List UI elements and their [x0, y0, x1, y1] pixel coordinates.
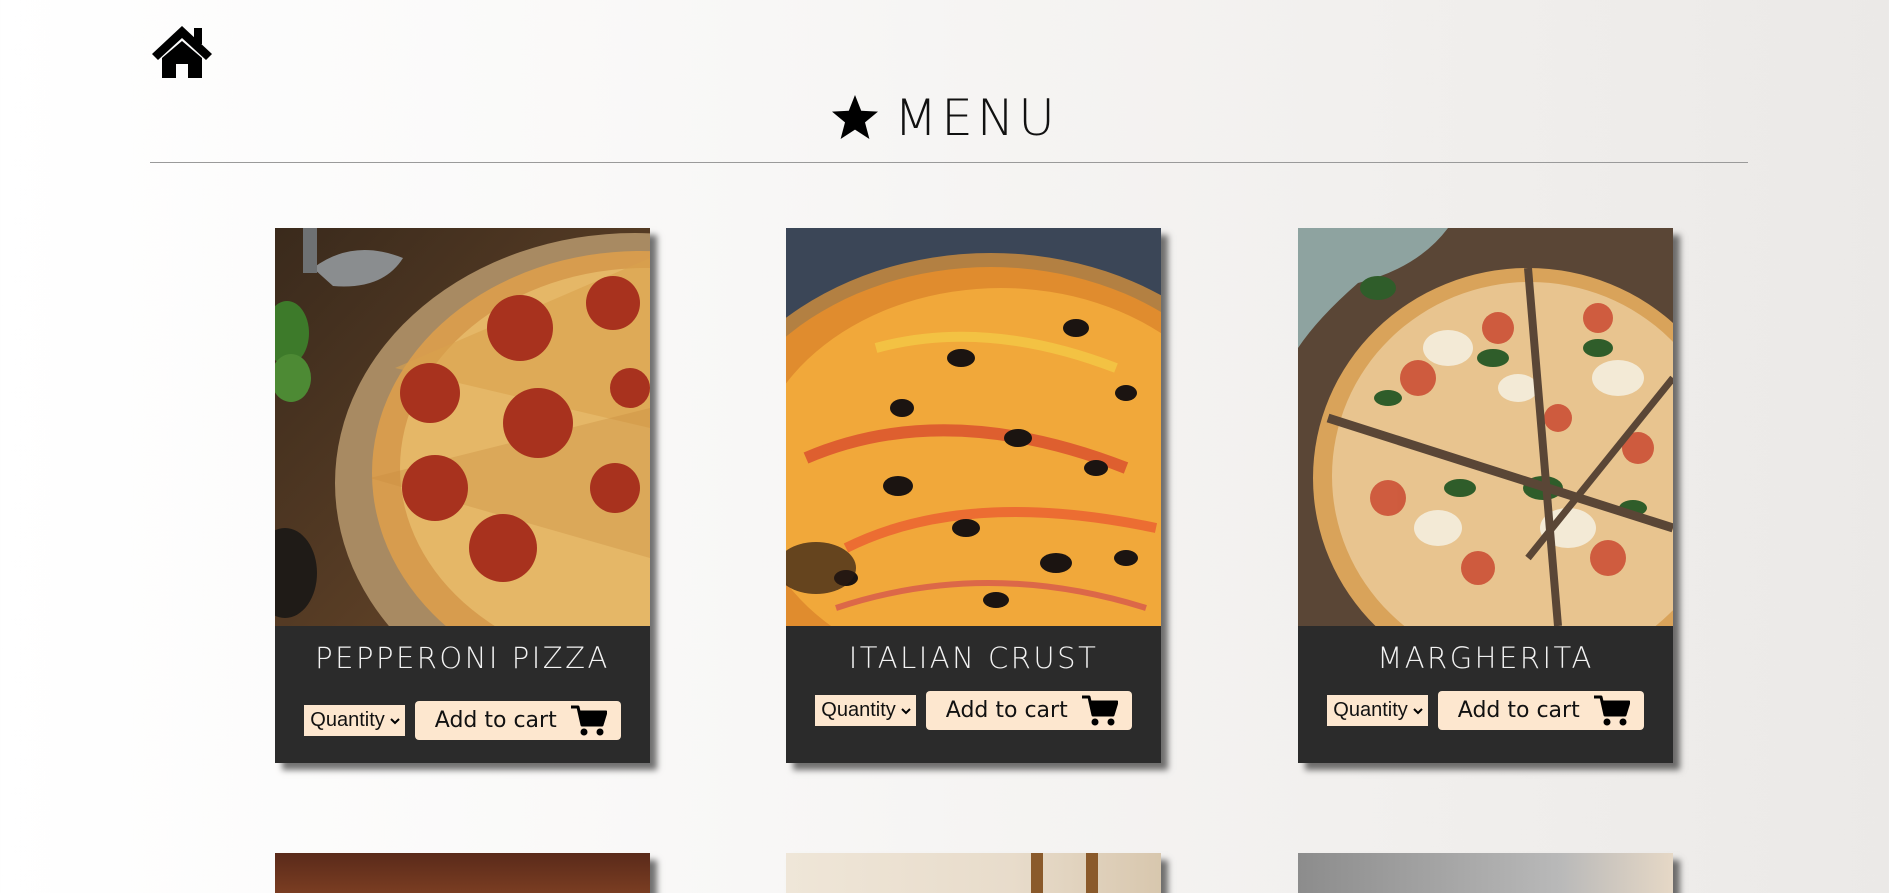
product-card-image-partial — [275, 853, 650, 893]
chevron-down-icon — [901, 707, 911, 714]
add-to-cart-label: Add to cart — [434, 708, 557, 733]
product-card-pepperoni: PEPPERONI PIZZA Quantity Add to cart — [275, 228, 650, 763]
chevron-down-icon — [390, 717, 400, 724]
quantity-select[interactable]: Quantity — [304, 705, 405, 736]
quantity-select-label: Quantity — [821, 699, 896, 721]
product-name: PEPPERONI PIZZA — [315, 641, 610, 675]
add-to-cart-label: Add to cart — [1457, 698, 1580, 723]
quantity-select[interactable]: Quantity — [1327, 695, 1428, 726]
italian-crust-image — [786, 228, 1161, 626]
product-card-italian-crust: ITALIAN CRUST Quantity Add to cart — [786, 228, 1161, 763]
product-card-image-partial — [1298, 853, 1673, 893]
shopping-cart-icon — [1593, 695, 1630, 725]
home-link[interactable] — [150, 24, 214, 80]
quantity-select[interactable]: Quantity — [815, 695, 916, 726]
shopping-cart-icon — [1081, 695, 1118, 725]
product-card-image-partial — [786, 853, 1161, 893]
pepperoni-pizza-image — [275, 228, 650, 626]
product-name: ITALIAN CRUST — [848, 641, 1099, 675]
star-icon — [832, 95, 879, 139]
add-to-cart-button[interactable]: Add to cart — [414, 701, 621, 740]
margherita-image — [1298, 228, 1673, 626]
add-to-cart-button[interactable]: Add to cart — [1437, 691, 1644, 730]
chevron-down-icon — [1413, 707, 1423, 714]
product-name: MARGHERITA — [1377, 641, 1594, 675]
menu-header: MENU — [0, 88, 1889, 148]
shopping-cart-icon — [570, 705, 607, 735]
add-to-cart-label: Add to cart — [945, 698, 1068, 723]
product-card-margherita: MARGHERITA Quantity Add to cart — [1298, 228, 1673, 763]
quantity-select-label: Quantity — [1333, 699, 1408, 721]
home-icon — [152, 26, 212, 78]
quantity-select-label: Quantity — [310, 709, 385, 731]
header-divider — [150, 162, 1748, 163]
page-title: MENU — [894, 89, 1059, 147]
add-to-cart-button[interactable]: Add to cart — [925, 691, 1132, 730]
